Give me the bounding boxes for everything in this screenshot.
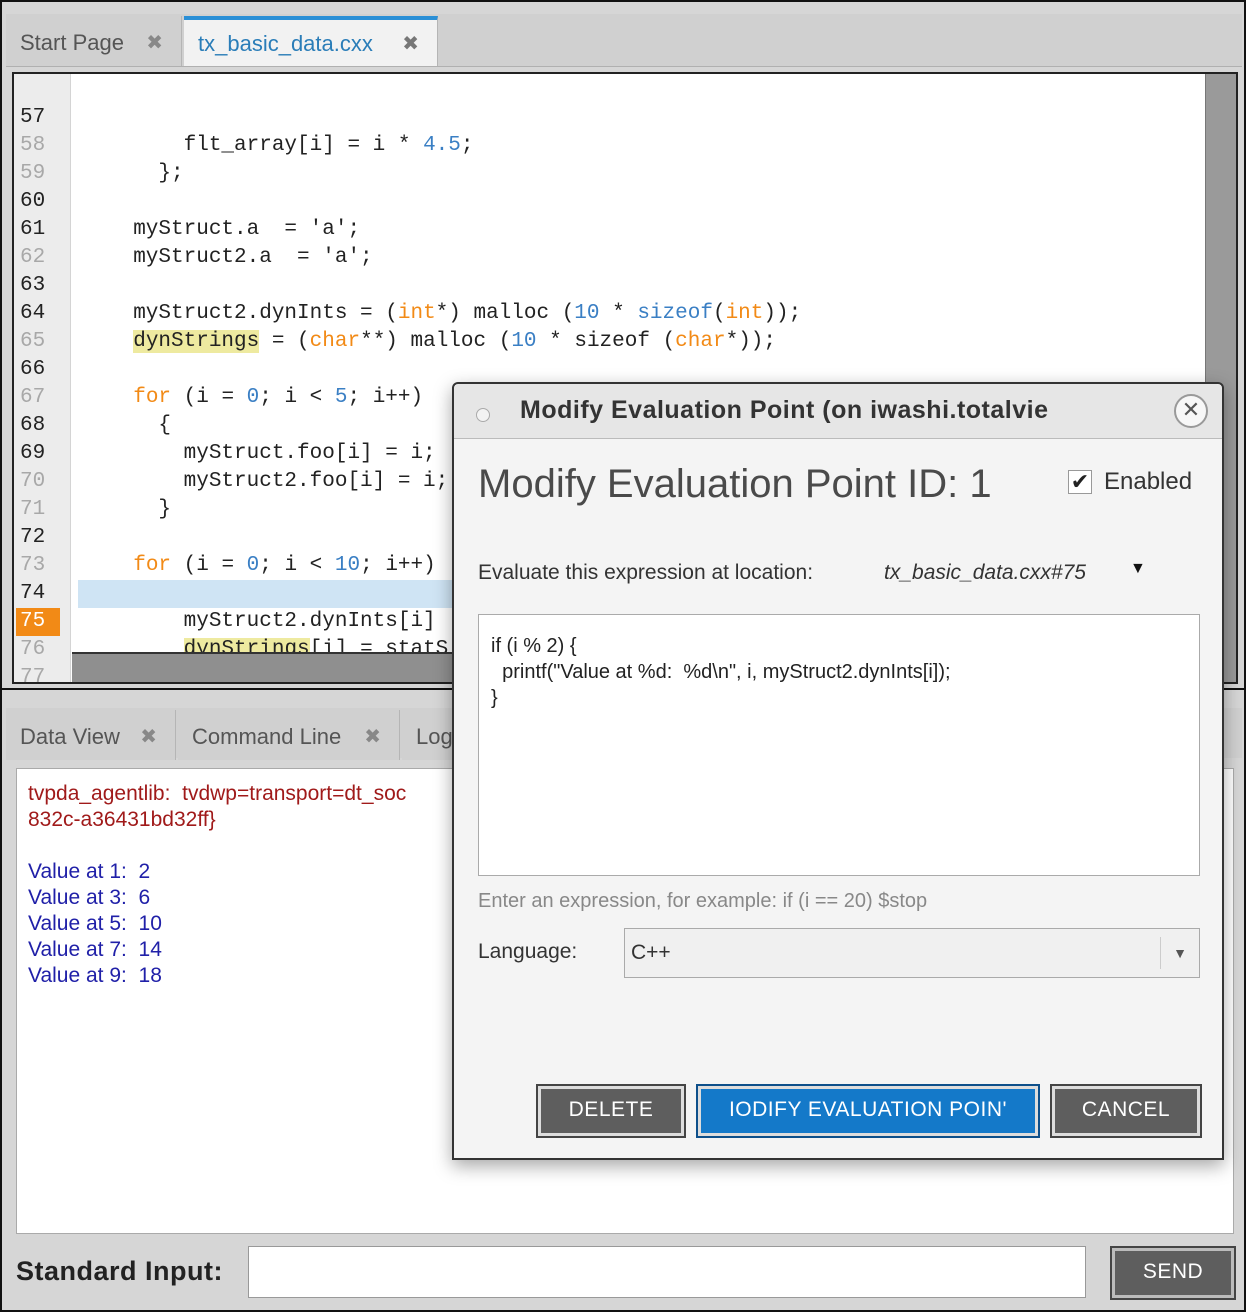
location-value[interactable]: tx_basic_data.cxx#75 [884, 561, 1086, 585]
chevron-down-icon[interactable]: ▼ [1130, 560, 1146, 578]
code-line[interactable]: 62 [14, 216, 1208, 269]
tab-data-view[interactable]: Data View ✖ [6, 710, 176, 760]
code-line[interactable]: 60 myStruct.a = 'a'; [14, 160, 1208, 241]
close-icon[interactable]: ✖ [402, 31, 419, 56]
enabled-label[interactable]: Enabled [1104, 468, 1192, 496]
expression-editor[interactable]: if (i % 2) { printf("Value at %d: %d\n",… [478, 614, 1200, 876]
modify-evaluation-point-button[interactable]: IODIFY EVALUATION POIN' [696, 1084, 1040, 1138]
code-line[interactable]: 57 flt_array[i] = i * 4.5; [14, 76, 1208, 157]
code-line[interactable]: 65 [14, 300, 1208, 353]
modify-evaluation-point-dialog: Modify Evaluation Point (on iwashi.total… [452, 382, 1224, 1160]
tab-start-page[interactable]: Start Page ✖ [6, 16, 182, 66]
code-line[interactable]: 64 dynStrings = (char**) malloc (10 * si… [14, 272, 1208, 353]
dialog-title-bar[interactable]: Modify Evaluation Point (on iwashi.total… [454, 384, 1222, 439]
code-line[interactable]: 61 myStruct2.a = 'a'; [14, 188, 1208, 269]
language-label: Language: [478, 940, 578, 963]
tab-label: Data View [20, 724, 120, 749]
dialog-title: Modify Evaluation Point (on iwashi.total… [520, 396, 1049, 424]
chevron-down-icon[interactable]: ▼ [1160, 937, 1199, 969]
language-value: C++ [631, 941, 671, 964]
code-line[interactable]: 66 for (i = 0; i < 5; i++) [14, 328, 1208, 409]
code-line[interactable]: 67 { [14, 356, 1208, 437]
tab-tx-basic-data[interactable]: tx_basic_data.cxx ✖ [184, 16, 438, 66]
tab-label: Log [416, 724, 453, 749]
editor-tab-bar: Start Page ✖ tx_basic_data.cxx ✖ [6, 14, 1242, 67]
enabled-checkbox[interactable]: ✔ [1068, 470, 1092, 494]
tab-label: Start Page [20, 30, 124, 55]
code-line[interactable]: 58 }; [14, 104, 1208, 185]
standard-input-label: Standard Input: [16, 1256, 223, 1286]
expression-hint: Enter an expression, for example: if (i … [478, 890, 928, 912]
standard-input-field[interactable] [248, 1246, 1086, 1298]
language-select[interactable]: C++ ▼ [624, 928, 1200, 978]
cancel-button[interactable]: CANCEL [1050, 1084, 1202, 1138]
close-icon[interactable]: ✕ [1174, 394, 1208, 428]
location-label: Evaluate this expression at location: [478, 561, 814, 584]
code-line[interactable]: 63 myStruct2.dynInts = (int*) malloc (10… [14, 244, 1208, 325]
tab-label: Command Line [192, 724, 342, 749]
send-button[interactable]: SEND [1110, 1246, 1236, 1300]
close-icon[interactable]: ✖ [364, 724, 381, 749]
code-line[interactable]: 59 [14, 132, 1208, 185]
delete-button[interactable]: DELETE [536, 1084, 686, 1138]
dialog-heading: Modify Evaluation Point ID: 1 [478, 462, 992, 506]
tab-command-line[interactable]: Command Line ✖ [178, 710, 400, 760]
close-icon[interactable]: ✖ [146, 30, 163, 55]
window-menu-icon[interactable] [476, 408, 490, 422]
tab-label: tx_basic_data.cxx [198, 31, 373, 56]
close-icon[interactable]: ✖ [140, 724, 157, 749]
